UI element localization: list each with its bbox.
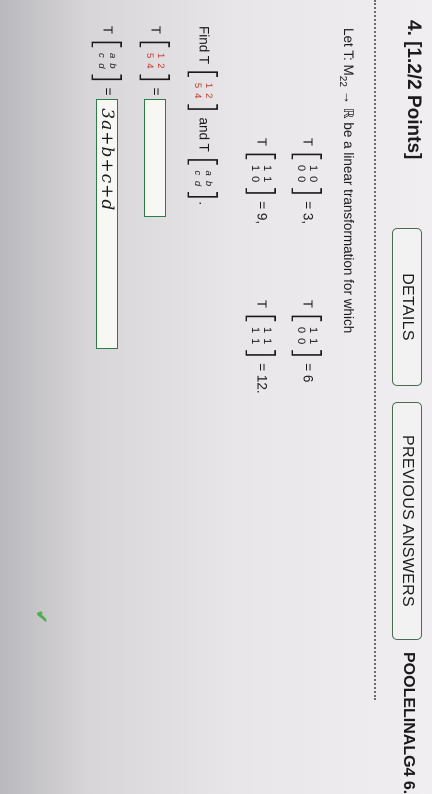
find-matrix-2: ab cd xyxy=(192,170,214,187)
previous-answers-button[interactable]: PREVIOUS ANSWERS xyxy=(392,402,422,640)
given-eq-3: T [ 11 10 ] = 9, xyxy=(241,138,281,225)
course-code: POOLELINALG4 6. xyxy=(400,652,417,794)
problem-intro: Let T: M22 → ℝ be a linear transformatio… xyxy=(337,28,356,334)
checkmark-icon: ✔ xyxy=(32,610,49,624)
find-statement: Find T [ 12 54 ] and T [ ab cd ]. xyxy=(183,26,223,206)
given-eq-1: T [ 10 00 ] = 3, xyxy=(287,138,327,225)
answer-input-1[interactable] xyxy=(144,99,166,218)
details-button[interactable]: DETAILS xyxy=(392,228,422,386)
answer-row-2: T [ ab cd ] = 3a+b+c+d xyxy=(87,26,127,350)
answer-matrix-1: 12 54 xyxy=(144,52,166,69)
matrix-1: 10 00 xyxy=(295,164,319,183)
find-matrix-1: 12 54 xyxy=(192,82,214,99)
given-eq-2: T [ 11 00 ] = 6 xyxy=(287,300,327,383)
answer-input-2[interactable]: 3a+b+c+d xyxy=(96,99,118,350)
matrix-3: 11 10 xyxy=(249,164,273,183)
header-divider xyxy=(374,0,376,700)
question-number: 4. [1.2/2 Points] xyxy=(403,20,424,160)
answer-row-1: T [ 12 54 ] = xyxy=(135,26,175,218)
answer-matrix-2: ab cd xyxy=(96,52,118,69)
matrix-4: 11 11 xyxy=(249,326,273,345)
given-eq-4: T [ 11 11 ] = 12. xyxy=(241,300,281,394)
question-panel: 4. [1.2/2 Points] DETAILS PREVIOUS ANSWE… xyxy=(0,0,432,794)
matrix-2: 11 00 xyxy=(295,326,319,345)
